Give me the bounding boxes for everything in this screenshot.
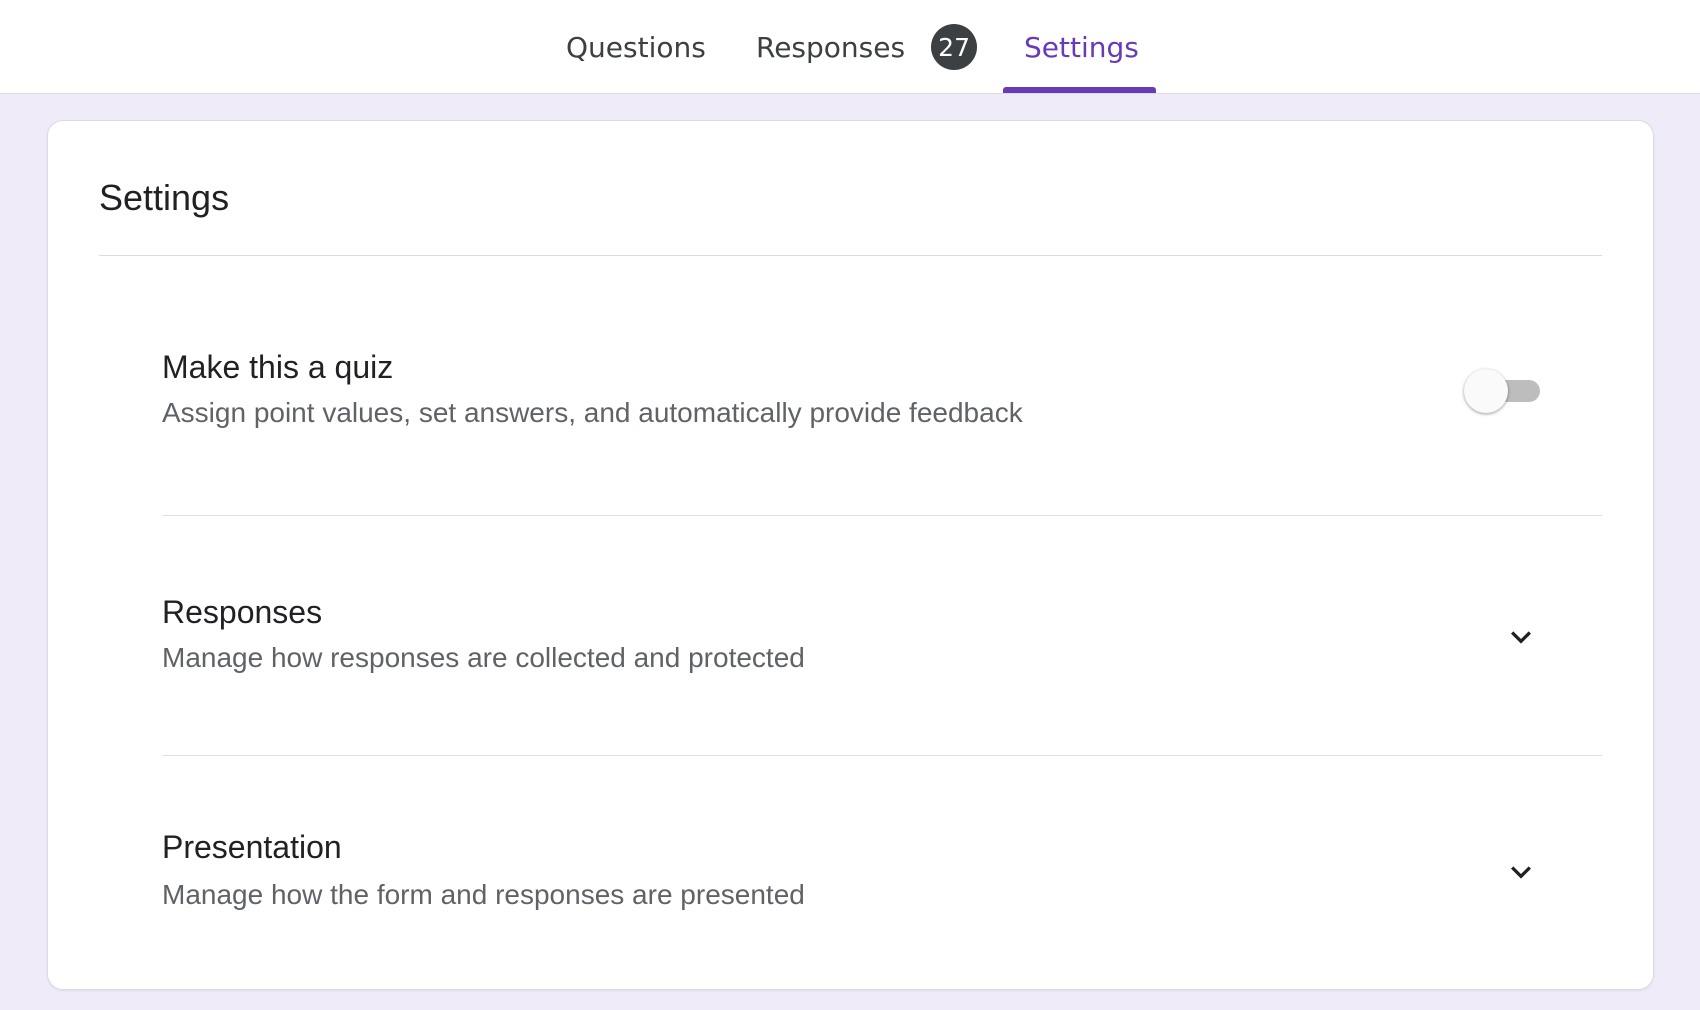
toggle-knob xyxy=(1464,369,1508,413)
tab-responses-label: Responses xyxy=(756,30,906,64)
responses-setting-description: Manage how responses are collected and p… xyxy=(162,642,805,673)
presentation-setting-row[interactable]: Presentation Manage how the form and res… xyxy=(162,829,1602,929)
tab-questions[interactable]: Questions xyxy=(566,0,706,94)
presentation-setting-description: Manage how the form and responses are pr… xyxy=(162,879,805,910)
quiz-setting-row: Make this a quiz Assign point values, se… xyxy=(162,349,1602,449)
responses-setting-title: Responses xyxy=(162,594,323,630)
settings-card: Settings Make this a quiz Assign point v… xyxy=(47,120,1654,990)
tab-settings-label: Settings xyxy=(1024,30,1139,64)
row-divider xyxy=(162,515,1602,516)
settings-title: Settings xyxy=(99,177,230,218)
tab-responses[interactable]: Responses 27 xyxy=(756,0,978,94)
tab-settings[interactable]: Settings xyxy=(1024,0,1139,94)
chevron-down-icon[interactable] xyxy=(1501,617,1541,657)
quiz-toggle[interactable] xyxy=(1464,369,1544,413)
row-divider xyxy=(162,755,1602,756)
top-bar: Questions Responses 27 Settings xyxy=(0,0,1700,94)
quiz-setting-title: Make this a quiz xyxy=(162,349,394,385)
presentation-setting-title: Presentation xyxy=(162,829,342,865)
tab-questions-label: Questions xyxy=(566,30,706,64)
responses-count-badge: 27 xyxy=(931,24,978,70)
quiz-setting-description: Assign point values, set answers, and au… xyxy=(162,397,1023,428)
responses-setting-row[interactable]: Responses Manage how responses are colle… xyxy=(162,594,1602,694)
tab-bar: Questions Responses 27 Settings xyxy=(0,0,1700,94)
active-tab-indicator xyxy=(1003,87,1156,93)
chevron-down-icon[interactable] xyxy=(1501,852,1541,892)
title-divider xyxy=(99,255,1602,256)
